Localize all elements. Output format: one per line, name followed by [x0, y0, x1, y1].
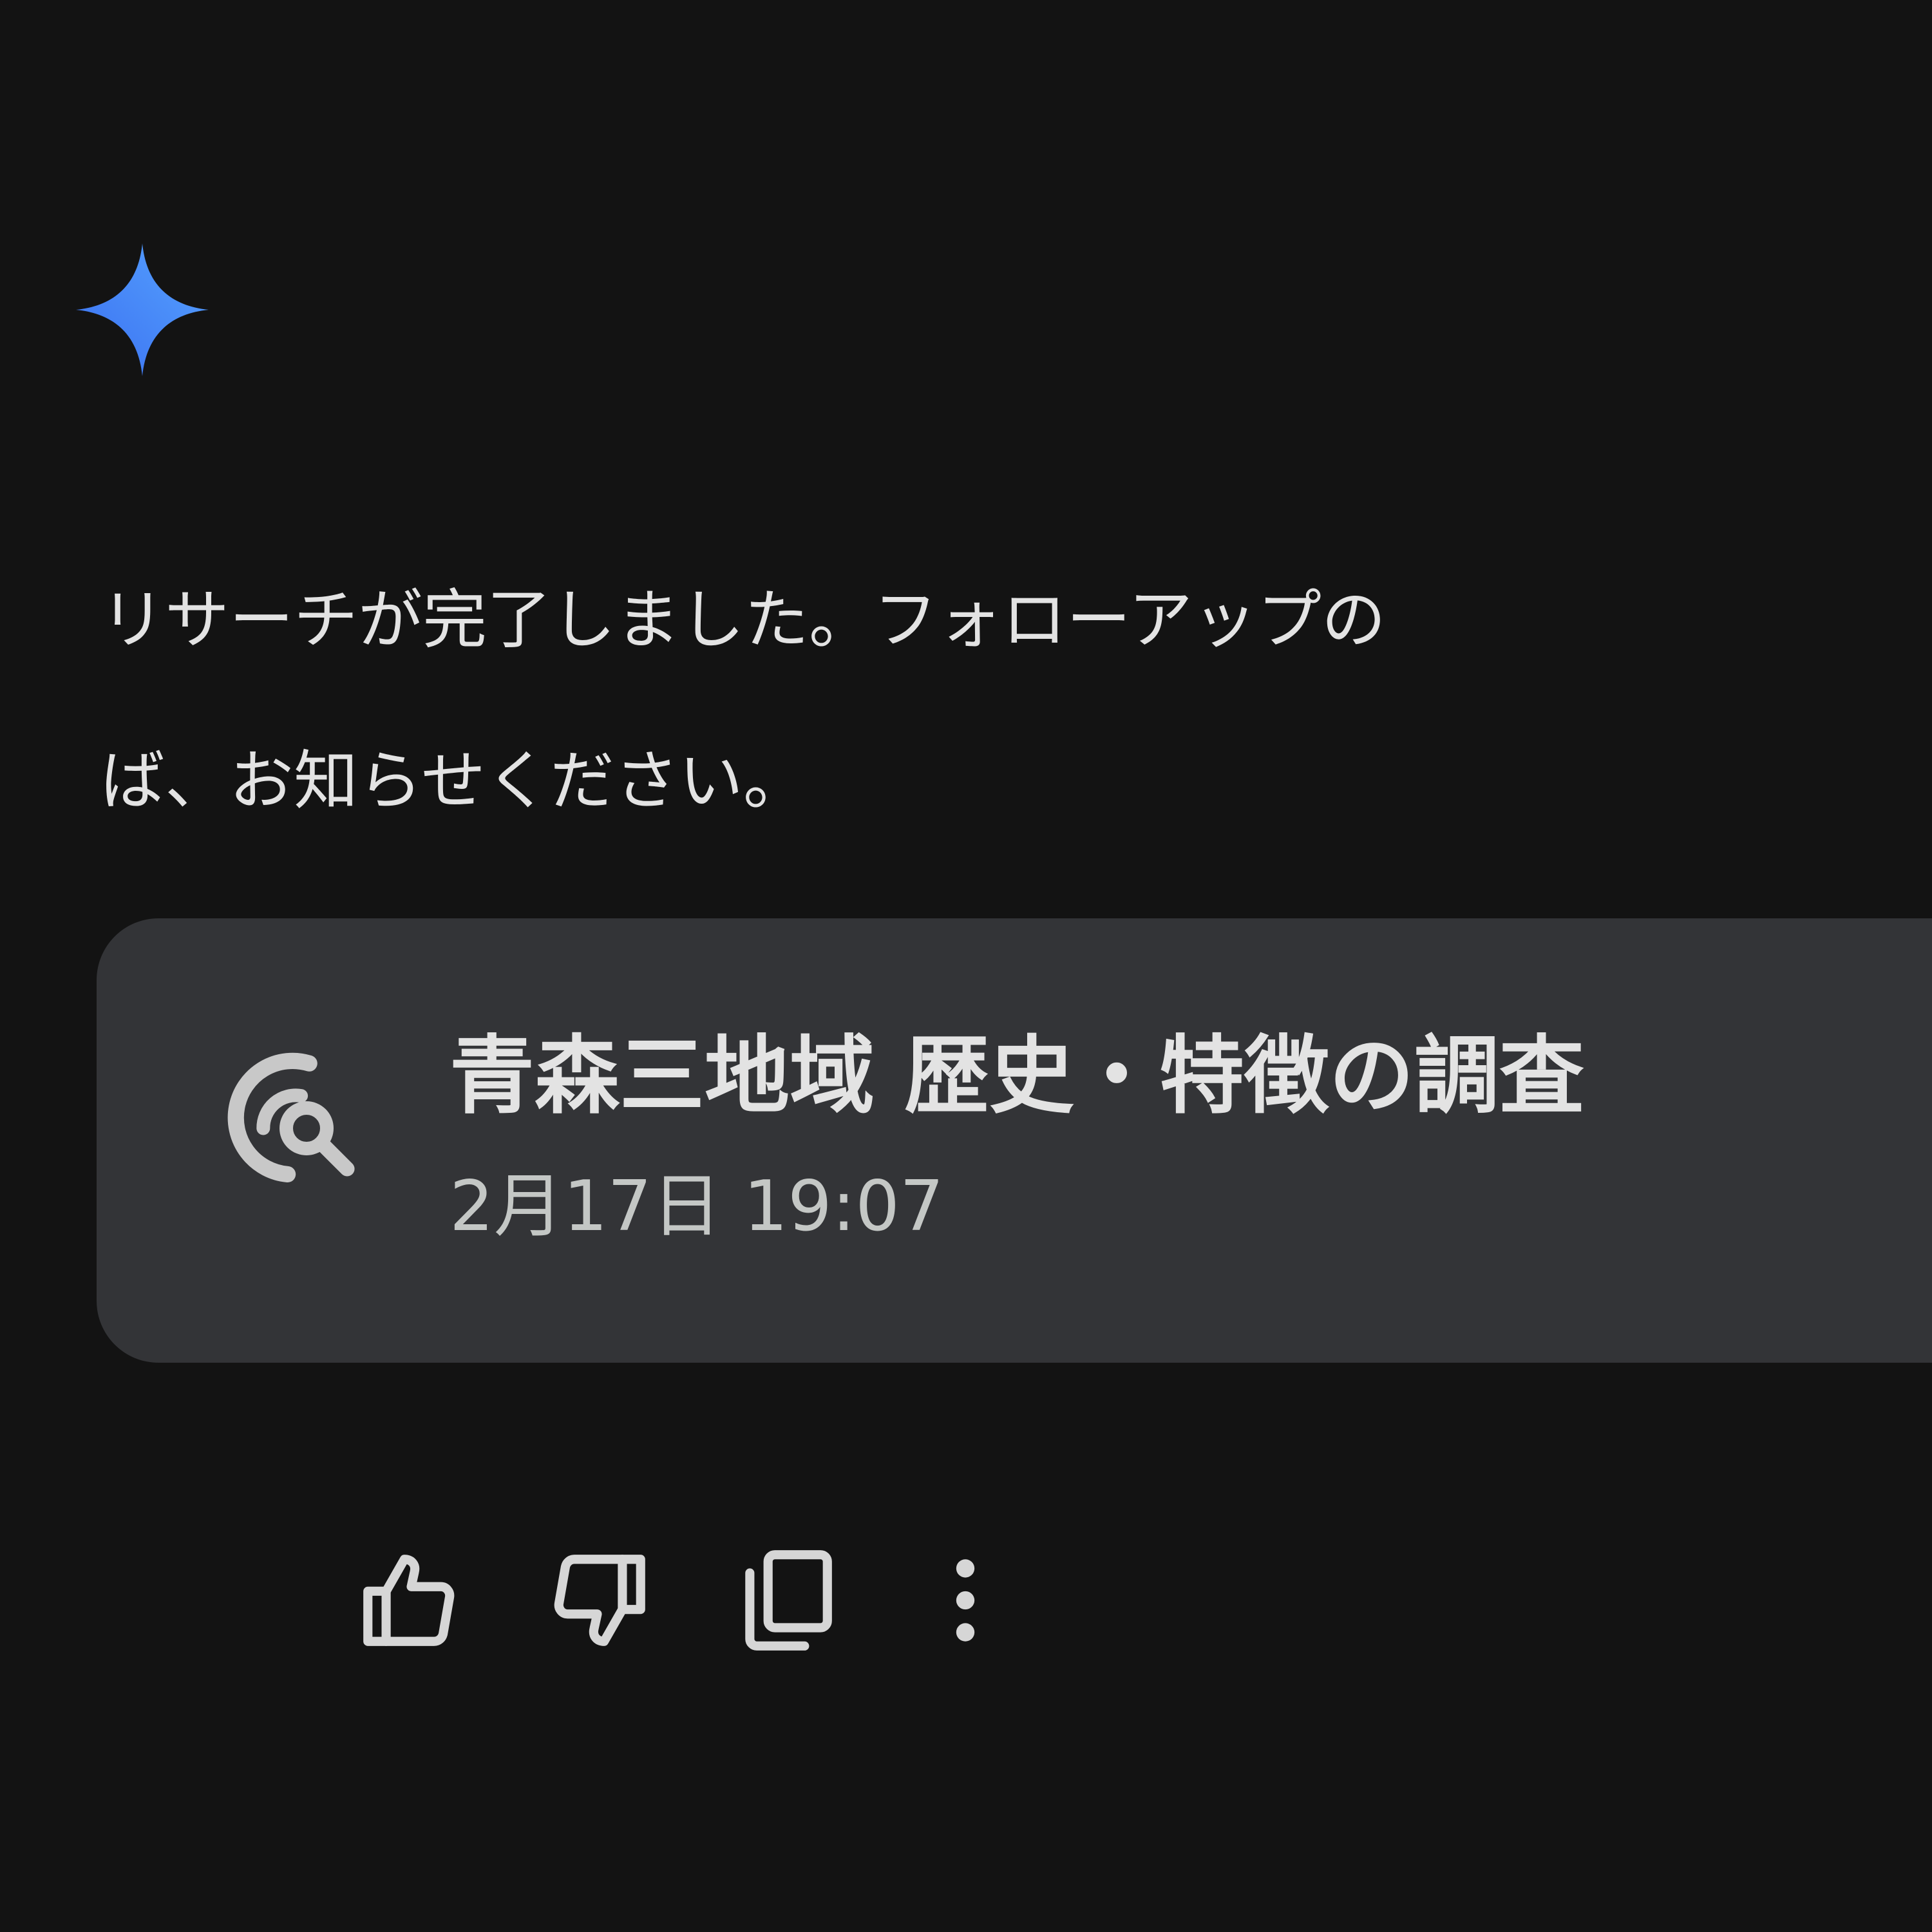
research-date: 2月17日 19:07 — [450, 1166, 944, 1247]
thumbs-down-button[interactable] — [538, 1539, 661, 1662]
thumbs-up-button[interactable] — [348, 1539, 470, 1662]
gemini-sparkle-icon — [76, 243, 209, 376]
research-result-card[interactable]: 青森三地域 歴史・特徴の調査 2月17日 19:07 — [97, 918, 1932, 1363]
message-line: リサーチが完了しました。フォローアップの — [100, 582, 1386, 658]
copy-button[interactable] — [725, 1539, 848, 1662]
message-line: ば、お知らせください。 — [100, 743, 808, 819]
more-options-button[interactable] — [904, 1539, 1027, 1662]
response-message: リサーチが完了しました。フォローアップの ば、お知らせください。 — [100, 540, 1932, 862]
research-title: 青森三地域 歴史・特徴の調査 — [450, 1027, 1584, 1126]
more-vert-icon — [956, 1559, 975, 1642]
thumbs-down-icon — [554, 1555, 645, 1646]
copy-icon — [745, 1550, 832, 1651]
thumbs-up-icon — [363, 1555, 455, 1646]
research-search-icon — [227, 1052, 355, 1182]
